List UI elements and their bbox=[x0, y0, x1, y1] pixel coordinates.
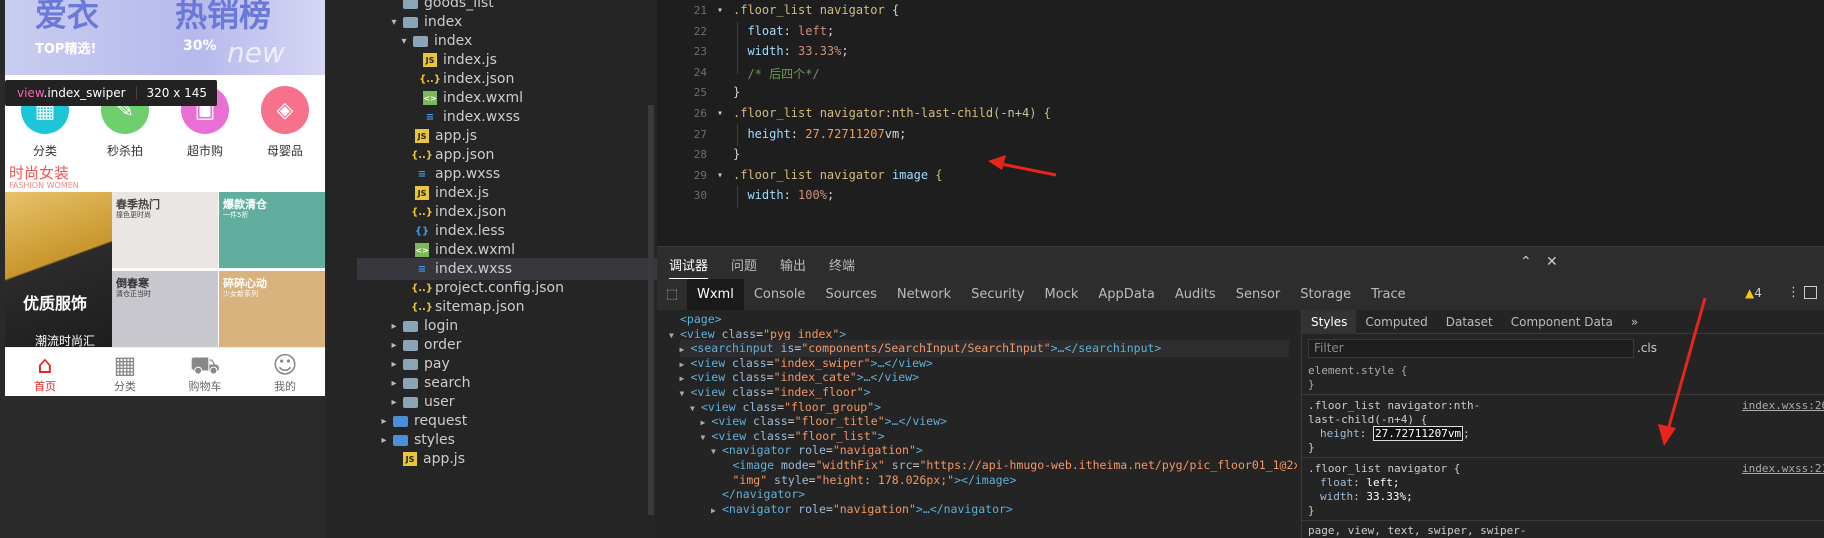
annotation-arrow bbox=[1666, 297, 1707, 431]
annotation-arrows bbox=[988, 155, 1707, 446]
annotation-arrow bbox=[995, 161, 1057, 177]
annotation-arrow-head bbox=[988, 155, 1006, 170]
ide-window: 爱衣 热销榜 TOP精选! 30% new ▦ 分类 ✎ 秒杀拍 ▣ 超市购 ◈ 母婴品 时尚… bbox=[0, 0, 1824, 538]
annotation-arrow-head bbox=[1658, 424, 1676, 446]
